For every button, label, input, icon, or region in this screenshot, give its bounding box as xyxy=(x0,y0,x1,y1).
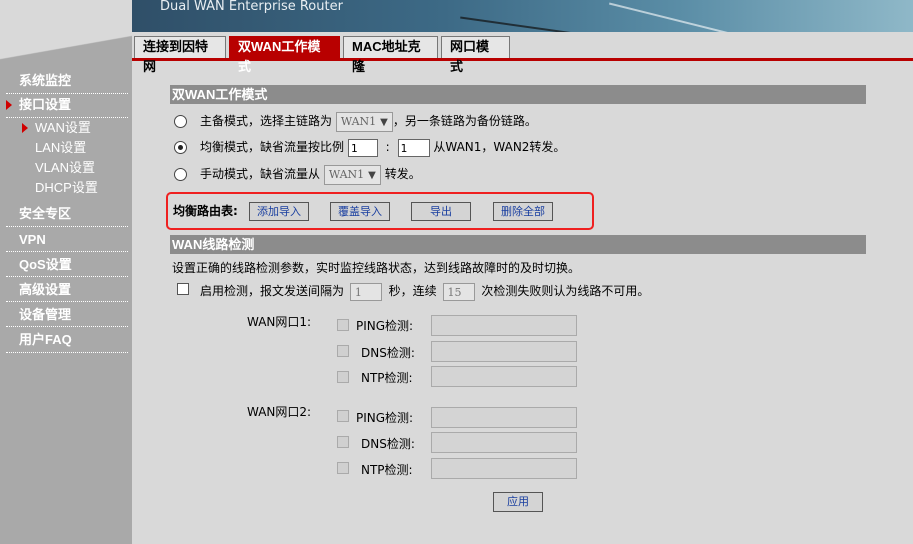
sidebar-menu: 系统监控 接口设置 WAN设置 LAN设置 VLAN设置 DHCP设置 安全专区… xyxy=(0,70,132,353)
sidebar-item-system-monitor[interactable]: 系统监控 xyxy=(6,70,128,94)
balance-mode-row: 均衡模式，缺省流量按比例 1 : 1 从WAN1，WAN2转发。 xyxy=(174,136,565,158)
wan2-ping-input[interactable] xyxy=(431,407,577,428)
ratio-separator: : xyxy=(385,140,390,154)
detect-label-b: 秒，连续 xyxy=(388,284,437,298)
backup-mode-radio[interactable] xyxy=(174,115,187,128)
detect-label-a: 启用检测，报文发送间隔为 xyxy=(200,284,345,298)
primary-link-value: WAN1 xyxy=(340,114,377,128)
fail-count-input[interactable]: 15 xyxy=(442,282,475,301)
backup-mode-label-b: ，另一条链路为备份链路。 xyxy=(392,114,537,128)
sidebar-item-device-management[interactable]: 设备管理 xyxy=(6,302,128,327)
wan2-ping-label: PING检测: xyxy=(356,411,414,425)
delete-all-button[interactable]: 删除全部 xyxy=(493,202,553,221)
wan1-dns-checkbox[interactable] xyxy=(337,345,349,357)
route-table-label: 均衡路由表: xyxy=(173,204,238,218)
interval-input[interactable]: 1 xyxy=(349,282,382,301)
wan2-ntp-input[interactable] xyxy=(431,458,577,479)
balance-mode-label-a: 均衡模式，缺省流量按比例 xyxy=(200,140,345,154)
wan1-ntp-label: NTP检测: xyxy=(361,371,413,385)
wan2-dns-label: DNS检测: xyxy=(361,437,415,451)
overwrite-import-button[interactable]: 覆盖导入 xyxy=(330,202,390,221)
wan2-ntp-checkbox[interactable] xyxy=(337,462,349,474)
sidebar-item-advanced[interactable]: 高级设置 xyxy=(6,277,128,302)
product-title: Dual WAN Enterprise Router xyxy=(160,0,343,14)
sidebar-item-security[interactable]: 安全专区 xyxy=(6,201,128,227)
detect-label-c: 次检测失败则认为线路不可用。 xyxy=(481,284,650,298)
wan2-ping-checkbox[interactable] xyxy=(337,410,349,422)
wan2-ntp-label: NTP检测: xyxy=(361,463,413,477)
sidebar-subitem-lan[interactable]: LAN设置 xyxy=(0,138,132,158)
wan1-dns-label: DNS检测: xyxy=(361,346,415,360)
tab-dual-wan-mode[interactable]: 双WAN工作模式 xyxy=(229,36,340,74)
sidebar-item-interface-settings[interactable]: 接口设置 xyxy=(6,94,128,118)
detect-description: 设置正确的线路检测参数，实时监控线路状态，达到线路故障时的及时切换。 xyxy=(172,261,581,275)
balance-mode-label-b: 从WAN1，WAN2转发。 xyxy=(433,140,566,154)
sidebar-item-vpn[interactable]: VPN xyxy=(6,227,128,252)
manual-link-value: WAN1 xyxy=(328,167,365,181)
export-button[interactable]: 导出 xyxy=(411,202,471,221)
primary-link-select[interactable]: WAN1 ▼ xyxy=(335,111,393,132)
sidebar-item-user-faq[interactable]: 用户FAQ xyxy=(6,327,128,353)
sidebar-subitem-wan[interactable]: WAN设置 xyxy=(0,118,132,138)
manual-mode-label-b: 转发。 xyxy=(384,167,421,181)
sidebar-subitem-dhcp[interactable]: DHCP设置 xyxy=(0,178,132,198)
header: Dual WAN Enterprise Router xyxy=(0,0,913,32)
backup-mode-label-a: 主备模式，选择主链路为 xyxy=(200,114,333,128)
wan1-ntp-input[interactable] xyxy=(431,366,577,387)
sidebar: 系统监控 接口设置 WAN设置 LAN设置 VLAN设置 DHCP设置 安全专区… xyxy=(0,32,132,544)
header-left-corner xyxy=(0,0,132,32)
balance-mode-radio[interactable] xyxy=(174,141,187,154)
manual-mode-label-a: 手动模式，缺省流量从 xyxy=(200,167,321,181)
ratio-wan2-input[interactable]: 1 xyxy=(397,138,430,157)
manual-link-select[interactable]: WAN1 ▼ xyxy=(323,164,381,185)
chevron-down-icon: ▼ xyxy=(368,169,376,181)
backup-mode-row: 主备模式，选择主链路为 WAN1 ▼ ，另一条链路为备份链路。 xyxy=(174,110,537,132)
section-title-wan-detect: WAN线路检测 xyxy=(170,235,866,254)
tab-port-mode[interactable]: 网口模式 xyxy=(441,36,510,74)
chevron-down-icon: ▼ xyxy=(380,116,388,128)
sidebar-subitem-vlan[interactable]: VLAN设置 xyxy=(0,158,132,178)
sidebar-top-shape xyxy=(0,32,132,62)
ratio-wan1-input[interactable]: 1 xyxy=(347,138,378,157)
apply-button[interactable]: 应用 xyxy=(493,492,543,512)
wan1-ping-input[interactable] xyxy=(431,315,577,336)
detect-params-row: 启用检测，报文发送间隔为 1 秒，连续 15 次检测失败则认为线路不可用。 xyxy=(200,280,649,302)
enable-detect-checkbox[interactable] xyxy=(177,283,189,295)
tab-mac-clone[interactable]: MAC地址克隆 xyxy=(343,36,438,74)
tab-bar: 连接到因特网 双WAN工作模式 MAC地址克隆 网口模式 xyxy=(132,32,913,74)
wan1-label: WAN网口1: xyxy=(247,315,312,329)
wan1-ping-label: PING检测: xyxy=(356,319,414,333)
wan1-ntp-checkbox[interactable] xyxy=(337,371,349,383)
manual-mode-radio[interactable] xyxy=(174,168,187,181)
manual-mode-row: 手动模式，缺省流量从 WAN1 ▼ 转发。 xyxy=(174,163,421,185)
wan2-dns-checkbox[interactable] xyxy=(337,436,349,448)
header-banner: Dual WAN Enterprise Router xyxy=(132,0,913,32)
tab-internet-connection[interactable]: 连接到因特网 xyxy=(134,36,226,74)
wan2-label: WAN网口2: xyxy=(247,405,312,419)
wan1-ping-checkbox[interactable] xyxy=(337,319,349,331)
section-title-dual-wan: 双WAN工作模式 xyxy=(170,85,866,104)
wan2-dns-input[interactable] xyxy=(431,432,577,453)
wan1-dns-input[interactable] xyxy=(431,341,577,362)
sidebar-item-qos[interactable]: QoS设置 xyxy=(6,252,128,277)
add-import-button[interactable]: 添加导入 xyxy=(249,202,309,221)
